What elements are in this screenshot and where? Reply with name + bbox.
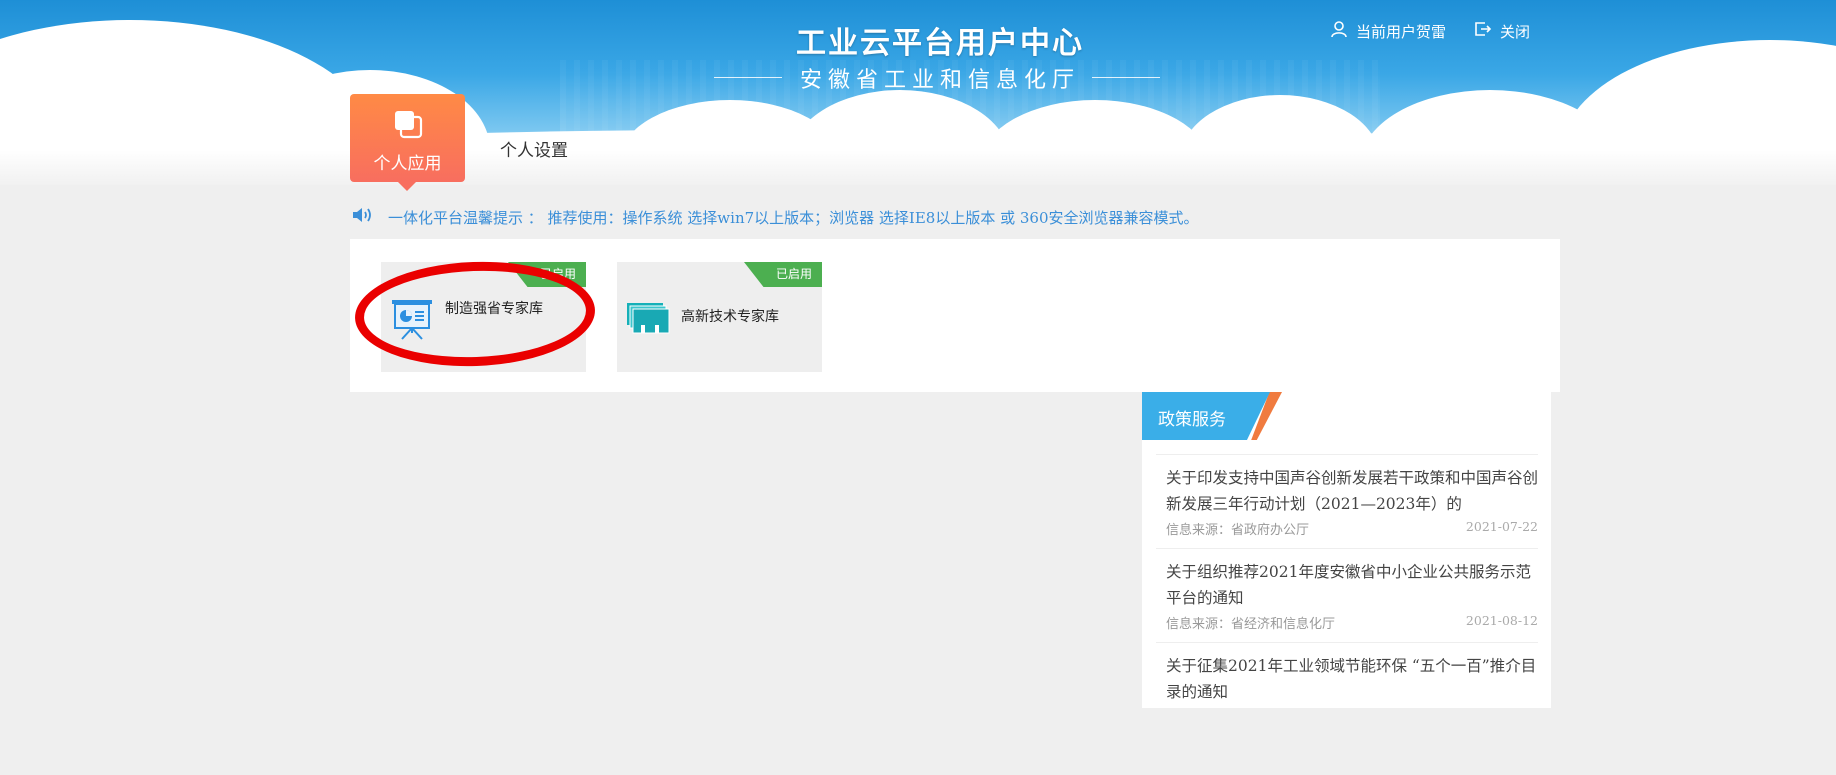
speaker-icon: [352, 206, 374, 228]
policy-title: 关于印发支持中国声谷创新发展若干政策和中国声谷创新发展三年行动计划（2021—2…: [1166, 469, 1538, 513]
app-card-hightech-experts[interactable]: 已启用 高新技术专家库: [617, 262, 822, 372]
subtitle-divider-right: [1092, 77, 1160, 78]
app-name: 高新技术专家库: [681, 308, 779, 324]
notice-text: 一体化平台温馨提示 ： 推荐使用：操作系统 选择win7以上版本；浏览器 选择I…: [388, 208, 1199, 227]
user-toolbar: 当前用户贺雷 关闭: [1330, 20, 1558, 42]
app-panel: 已启用 制造强省专家库 已启用 高新技术专家库: [350, 239, 1560, 392]
policy-header: 政策服务: [1142, 392, 1282, 440]
current-user[interactable]: 当前用户贺雷: [1330, 20, 1446, 42]
policy-source: 信息来源：省政府办公厅: [1166, 522, 1310, 537]
policy-title: 关于组织推荐2021年度安徽省中小企业公共服务示范平台的通知: [1166, 563, 1531, 607]
presentation-board-icon: [390, 297, 434, 346]
app-name: 制造强省专家库: [445, 300, 543, 316]
site-subtitle: 安徽省工业和信息化厅: [799, 67, 1080, 92]
user-icon: [1330, 20, 1356, 42]
policy-date: 2021-08-12: [1465, 613, 1538, 628]
apps-copy-icon: [392, 108, 424, 145]
tab-personal-settings[interactable]: 个人设置: [500, 136, 568, 161]
status-badge: 已启用: [744, 262, 822, 287]
list-item[interactable]: 关于征集2021年工业领域节能环保 “五个一百”推介目录的通知: [1156, 642, 1538, 708]
tab-pointer: [398, 182, 416, 191]
current-user-label: 当前用户贺雷: [1356, 23, 1447, 41]
status-badge: 已启用: [508, 262, 586, 287]
tab-label: 个人应用: [373, 154, 442, 173]
list-item[interactable]: 关于印发支持中国声谷创新发展若干政策和中国声谷创新发展三年行动计划（2021—2…: [1156, 454, 1538, 548]
site-title: 工业云平台用户中心: [796, 27, 1084, 60]
policy-title: 关于征集2021年工业领域节能环保 “五个一百”推介目录的通知: [1166, 657, 1537, 701]
policy-service-panel: 政策服务 关于印发支持中国声谷创新发展若干政策和中国声谷创新发展三年行动计划（2…: [1142, 392, 1551, 708]
stacked-cards-icon: [626, 302, 670, 339]
policy-header-label: 政策服务: [1158, 410, 1226, 429]
policy-list: 关于印发支持中国声谷创新发展若干政策和中国声谷创新发展三年行动计划（2021—2…: [1156, 454, 1538, 708]
app-card-manufacturing-experts[interactable]: 已启用 制造强省专家库: [381, 262, 586, 372]
exit-icon: [1474, 20, 1500, 42]
close-button[interactable]: 关闭: [1474, 20, 1530, 42]
policy-date: 2021-07-22: [1465, 519, 1538, 534]
list-item[interactable]: 关于组织推荐2021年度安徽省中小企业公共服务示范平台的通知 信息来源：省经济和…: [1156, 548, 1538, 642]
close-label: 关闭: [1500, 23, 1531, 41]
notice-bar: 一体化平台温馨提示 ： 推荐使用：操作系统 选择win7以上版本；浏览器 选择I…: [352, 205, 1199, 229]
tab-personal-apps[interactable]: 个人应用: [350, 94, 465, 191]
policy-source: 信息来源：省经济和信息化厅: [1166, 616, 1336, 631]
